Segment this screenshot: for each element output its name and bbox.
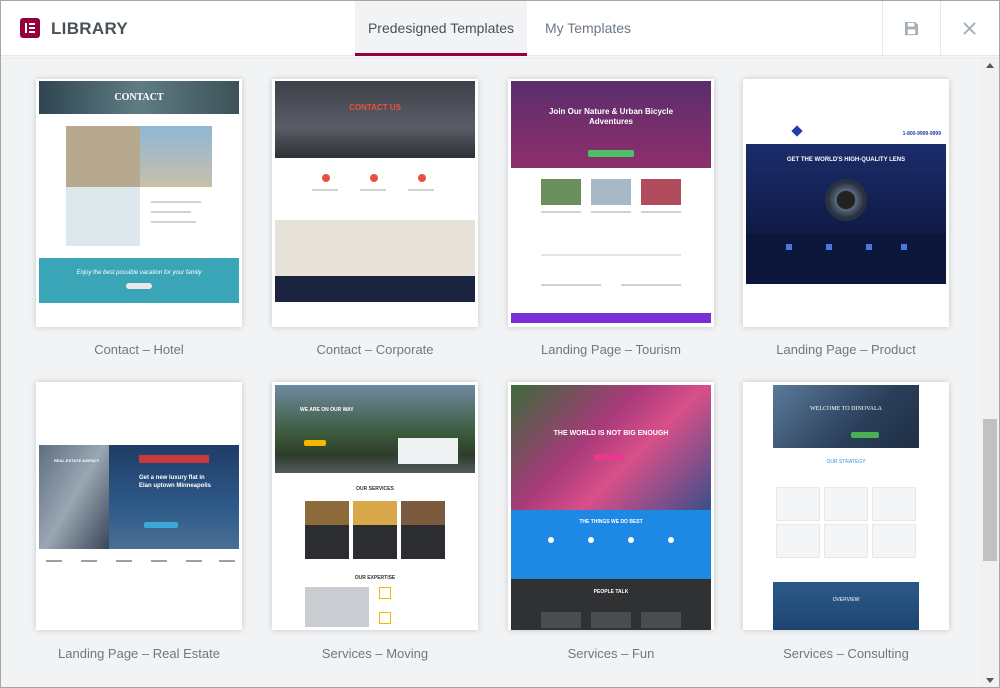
template-headline: CONTACT (114, 92, 164, 103)
template-card-landing-real-estate[interactable]: REAL ESTATE AGENCY Get a new luxury flat… (36, 382, 242, 630)
template-name: Services – Consulting (783, 646, 909, 661)
template-card-landing-tourism[interactable]: Join Our Nature & Urban Bicycle Adventur… (508, 79, 714, 327)
templates-grid: CONTACT Enjoy the best possible vacation… (1, 57, 980, 687)
elementor-logo-icon (20, 18, 40, 38)
template-section-title: THE THINGS WE DO BEST (579, 519, 643, 525)
template-brand: REAL ESTATE AGENCY (54, 458, 100, 463)
template-quote-box (66, 126, 140, 187)
template-footer (511, 313, 711, 323)
template-logo (791, 125, 803, 137)
template-card-services-consulting[interactable]: WELCOME TO DINOVALA OUR STRATEGY OVERVIE… (743, 382, 949, 630)
template-garage-image (305, 587, 369, 627)
template-name: Landing Page – Real Estate (58, 646, 220, 661)
template-card-services-moving[interactable]: WE ARE ON OUR WAY OUR SERVICES OUR EXPER… (272, 382, 478, 630)
template-lens-image (825, 179, 867, 221)
close-icon (963, 22, 976, 35)
template-section-title: OUR EXPERTISE (354, 575, 396, 581)
template-library-modal: LIBRARY Predesigned Templates My Templat… (0, 0, 1000, 688)
template-headline: CONTACT US (349, 103, 401, 112)
template-name: Services – Fun (567, 646, 655, 661)
template-hero (511, 385, 711, 510)
tab-predesigned-templates[interactable]: Predesigned Templates (355, 1, 527, 56)
template-name: Contact – Corporate (316, 342, 434, 357)
template-headline: THE WORLD IS NOT BIG ENOUGH (553, 430, 669, 437)
save-button[interactable] (882, 1, 940, 56)
scroll-down-arrow-icon[interactable] (986, 678, 994, 683)
scrollbar-thumb[interactable] (983, 419, 997, 561)
template-truck-image (398, 438, 458, 464)
template-phone: 1-800-9999-9999 (902, 131, 941, 137)
template-card-landing-product[interactable]: 1-800-9999-9999 GET THE WORLD'S HIGH-QUA… (743, 79, 949, 327)
template-section-title: OUR STRATEGY (826, 459, 866, 465)
library-title: LIBRARY (51, 19, 129, 38)
template-tagline: Enjoy the best possible vacation for you… (76, 270, 202, 276)
template-name: Services – Moving (321, 646, 429, 661)
save-icon (904, 21, 919, 36)
template-map (66, 187, 140, 246)
vertical-scrollbar[interactable] (980, 57, 999, 687)
template-headline: GET THE WORLD'S HIGH-QUALITY LENS (786, 157, 906, 163)
template-cta (588, 150, 634, 157)
template-headline: WE ARE ON OUR WAY (300, 407, 354, 413)
template-footer (275, 276, 475, 302)
template-card-services-fun[interactable]: THE WORLD IS NOT BIG ENOUGH THE THINGS W… (508, 382, 714, 630)
template-hero (275, 81, 475, 158)
template-photo (541, 179, 581, 205)
library-header: LIBRARY Predesigned Templates My Templat… (1, 1, 999, 56)
template-card-contact-corporate[interactable]: CONTACT US (272, 79, 478, 327)
template-footer-band (39, 258, 239, 303)
template-headline: WELCOME TO DINOVALA (810, 406, 882, 412)
template-name: Landing Page – Tourism (541, 342, 681, 357)
template-photo (641, 179, 681, 205)
tab-my-templates[interactable]: My Templates (531, 1, 645, 56)
template-section-title: OVERVIEW (832, 597, 860, 603)
template-name: Contact – Hotel (94, 342, 184, 357)
template-headline: Get a new luxury flat in Elan uptown Min… (139, 475, 211, 489)
template-name: Landing Page – Product (776, 342, 916, 357)
template-photo (591, 179, 631, 205)
template-card-contact-hotel[interactable]: CONTACT Enjoy the best possible vacation… (36, 79, 242, 327)
template-overview (773, 582, 919, 630)
close-button[interactable] (940, 1, 998, 56)
template-headline: Join Our Nature & Urban Bicycle Adventur… (548, 107, 674, 126)
template-section-title: OUR SERVICES (356, 486, 394, 492)
template-map (275, 220, 475, 276)
template-section-title: PEOPLE TALK (593, 589, 629, 595)
template-hotel-image (140, 126, 212, 187)
template-hero (773, 385, 919, 448)
template-features (746, 234, 946, 284)
scroll-up-arrow-icon[interactable] (986, 63, 994, 68)
